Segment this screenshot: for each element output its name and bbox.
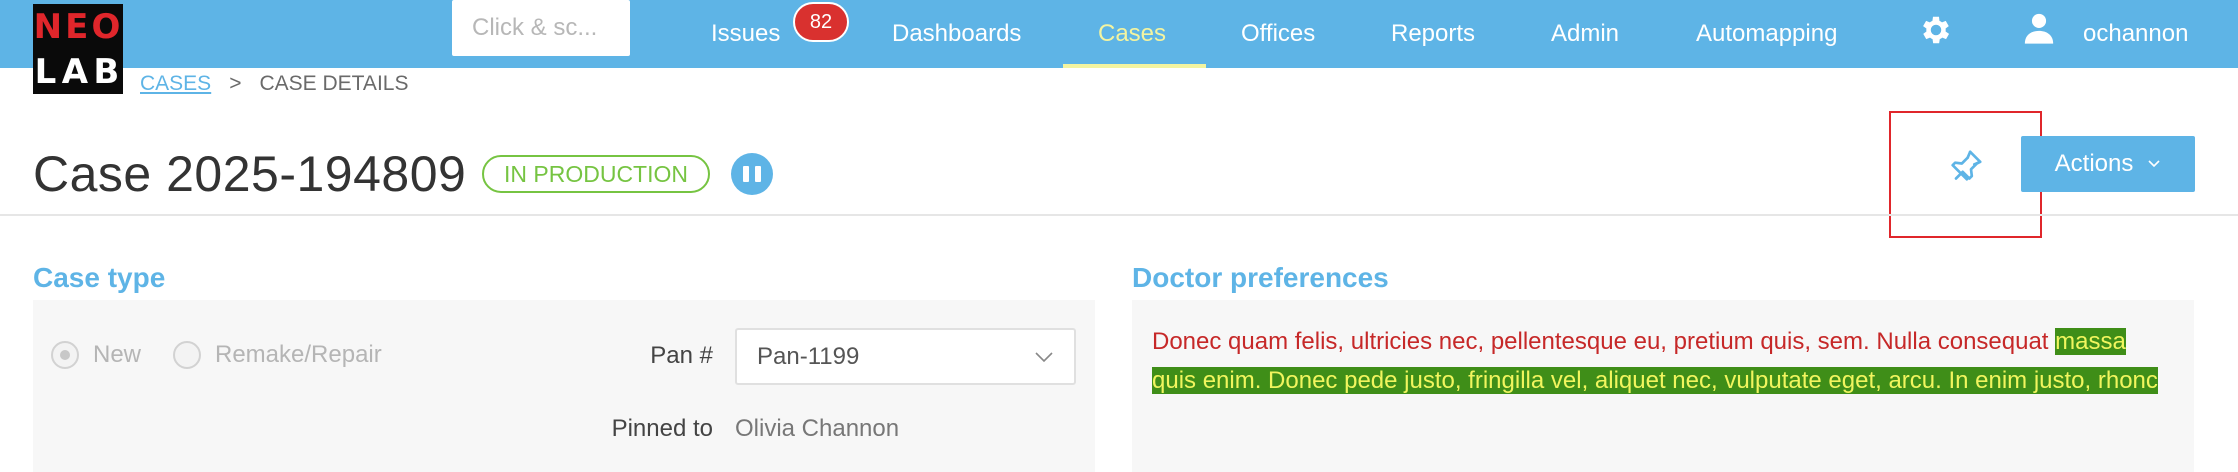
case-type-title: Case type [33,262,166,293]
nav-offices-label: Offices [1241,20,1316,47]
logo-line-2: LAB [34,51,122,92]
pause-icon [743,166,749,182]
nav-item-reports[interactable]: Reports [1391,0,1475,68]
radio-new-label: New [93,341,142,368]
nav-item-dashboards[interactable]: Dashboards [892,0,1021,68]
radio-remake-circle [173,341,201,369]
pinned-to-value: Olivia Channon [735,415,900,442]
breadcrumb-separator: > [229,72,242,95]
nav-dashboards-label: Dashboards [892,20,1022,47]
nav-item-automapping[interactable]: Automapping [1696,0,1837,68]
doctor-preferences-text: Donec quam felis, ultricies nec, pellent… [1152,322,2172,400]
page-title: Case 2025-194809 [33,146,467,202]
user-menu[interactable]: ochannon [2083,0,2188,68]
pan-select-value: Pan-1199 [757,342,860,370]
nav-issues-label: Issues [711,20,781,47]
case-type-panel [33,300,1095,472]
pan-label: Pan # [650,342,713,369]
nav-admin-label: Admin [1551,20,1620,47]
neolab-logo[interactable]: NEO LAB [33,4,123,94]
search-placeholder: Click & sc... [472,14,598,41]
user-icon[interactable] [2022,10,2056,46]
doctor-preferences-title: Doctor preferences [1132,262,1389,293]
radio-remake-label: Remake/Repair [215,341,382,368]
pin-icon[interactable] [1946,146,1986,186]
status-label: IN PRODUCTION [504,160,688,187]
breadcrumb: CASES > CASE DETAILS [140,70,408,98]
breadcrumb-current: CASE DETAILS [259,72,409,95]
chevron-down-icon [2148,160,2160,168]
pinned-to-label: Pinned to [611,415,713,442]
status-badge: IN PRODUCTION [482,155,710,193]
nav-item-cases[interactable]: Cases [1098,0,1166,68]
logo-line-1: NEO [33,6,123,47]
pan-select[interactable]: Pan-1199 [735,328,1076,385]
nav-item-issues[interactable]: Issues [711,0,780,68]
chevron-down-icon [1035,351,1053,362]
preferences-text-plain: Donec quam felis, ultricies nec, pellent… [1152,328,2056,355]
nav-automapping-label: Automapping [1696,20,1838,47]
pause-button[interactable] [731,153,773,195]
search-input[interactable]: Click & sc... [452,0,630,56]
actions-button[interactable]: Actions [2021,136,2195,192]
radio-new[interactable]: New [51,340,141,370]
top-nav-bar: Click & sc... Issues 82 Dashboards Cases… [0,0,2238,68]
nav-active-indicator [1063,64,1206,68]
header-divider [0,214,2238,216]
radio-new-circle [51,341,79,369]
radio-remake-repair[interactable]: Remake/Repair [173,340,382,370]
nav-item-offices[interactable]: Offices [1241,0,1315,68]
nav-reports-label: Reports [1391,20,1476,47]
nav-cases-label: Cases [1098,20,1167,47]
nav-item-admin[interactable]: Admin [1551,0,1619,68]
username-label: ochannon [2083,20,2189,47]
actions-label: Actions [2054,150,2134,177]
gear-icon[interactable] [1918,12,1954,48]
issues-count-badge: 82 [793,2,849,42]
breadcrumb-cases-link[interactable]: CASES [140,72,211,96]
